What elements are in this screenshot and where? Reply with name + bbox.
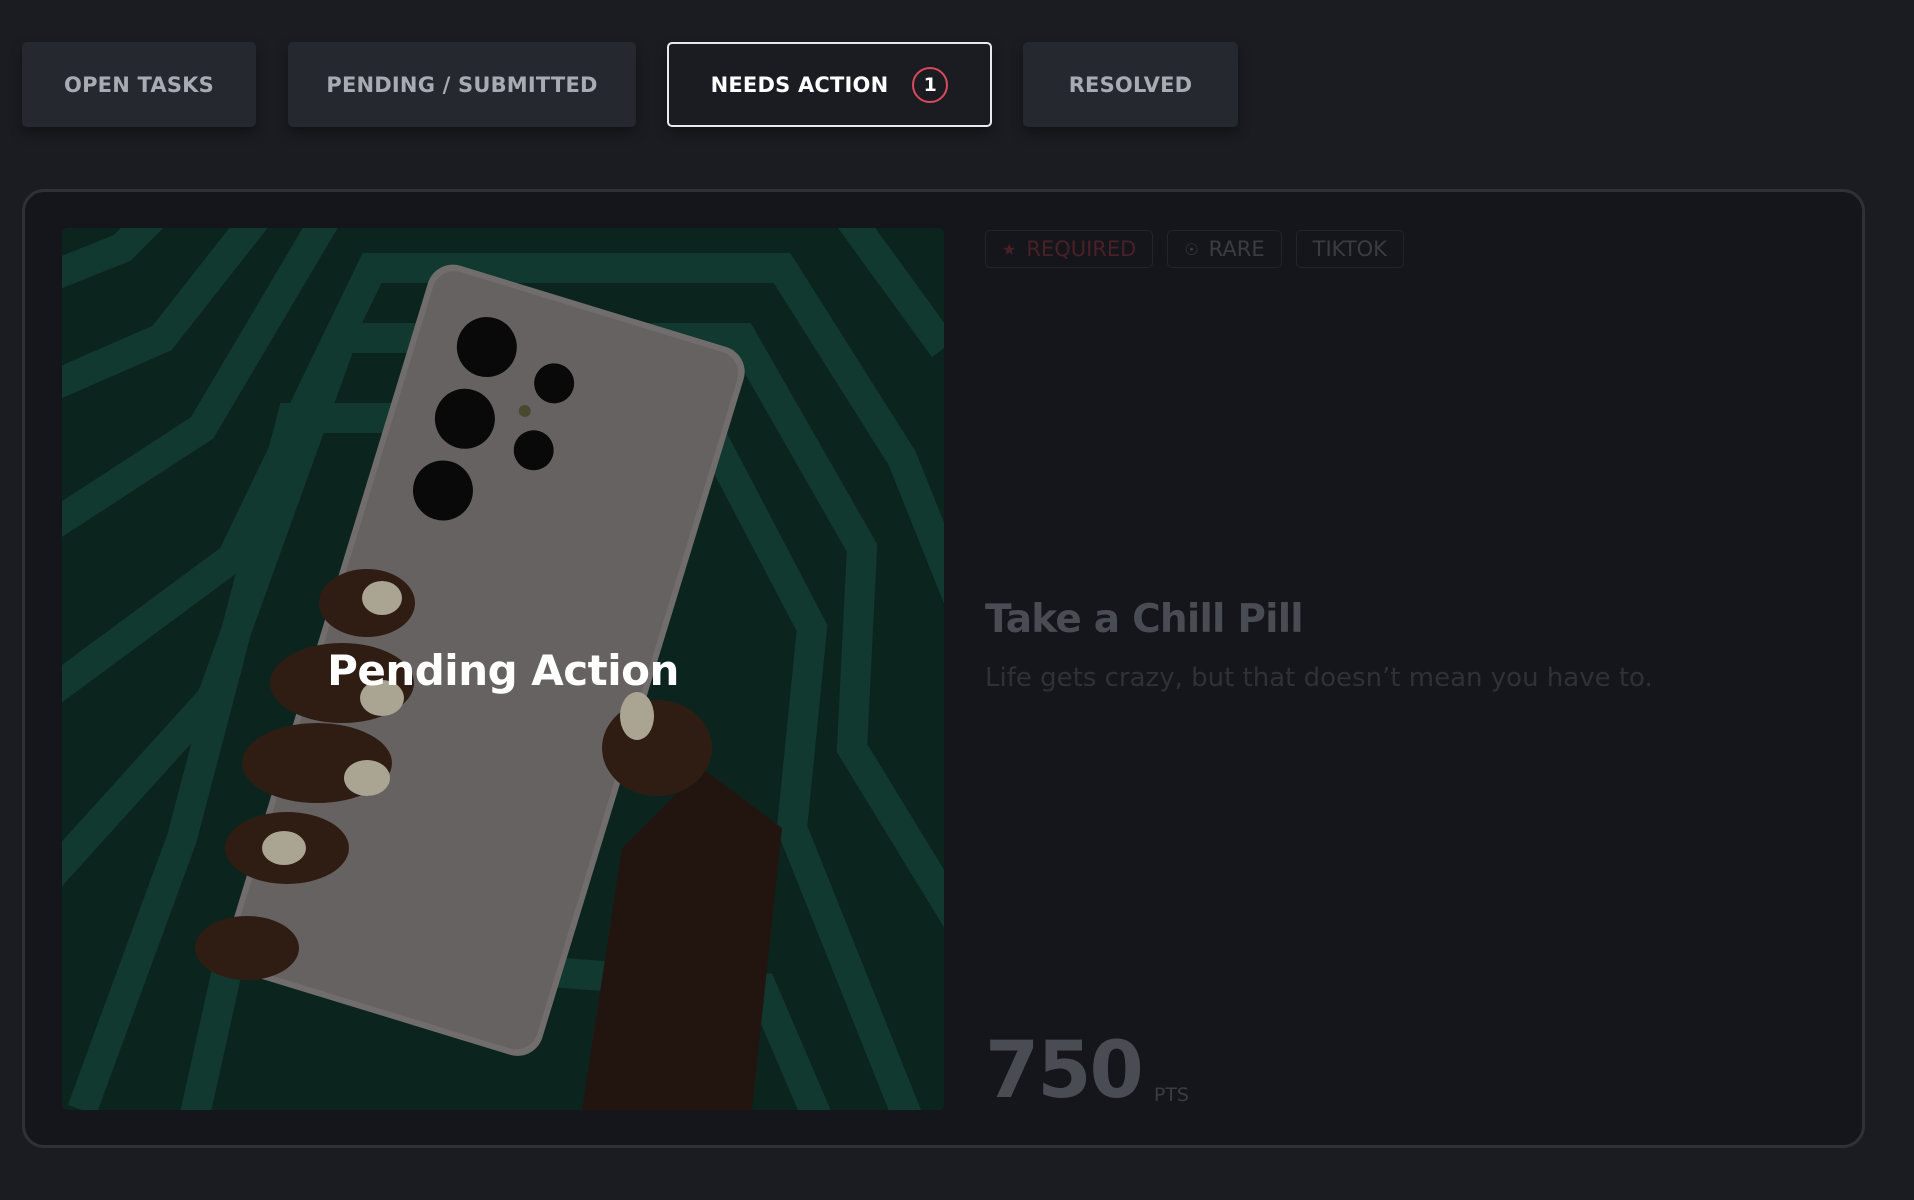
points-value: 750 bbox=[985, 1026, 1144, 1116]
count-badge: 1 bbox=[912, 66, 949, 103]
tag-required: ★ REQUIRED bbox=[985, 230, 1154, 268]
task-card[interactable]: Pending Action ★ REQUIRED ☉ RARE TIKTOK … bbox=[22, 189, 1865, 1148]
task-title: Take a Chill Pill bbox=[985, 597, 1304, 642]
tab-resolved[interactable]: RESOLVED bbox=[1023, 42, 1238, 127]
star-icon: ★ bbox=[1002, 239, 1017, 259]
task-tags: ★ REQUIRED ☉ RARE TIKTOK bbox=[985, 230, 1404, 268]
tab-needs-action[interactable]: NEEDS ACTION 1 bbox=[667, 42, 992, 127]
tab-label: NEEDS ACTION bbox=[710, 72, 889, 97]
task-image: Pending Action bbox=[62, 228, 944, 1110]
tab-pending-submitted[interactable]: PENDING / SUBMITTED bbox=[288, 42, 636, 127]
tab-label: OPEN TASKS bbox=[64, 72, 214, 97]
tag-label: REQUIRED bbox=[1026, 237, 1137, 261]
tag-tiktok: TIKTOK bbox=[1295, 230, 1404, 268]
pending-action-label: Pending Action bbox=[327, 646, 679, 695]
tab-label: RESOLVED bbox=[1068, 72, 1193, 97]
task-subtitle: Life gets crazy, but that doesn’t mean y… bbox=[985, 663, 1653, 693]
tag-rare: ☉ RARE bbox=[1167, 230, 1282, 268]
tag-label: RARE bbox=[1208, 237, 1265, 261]
tab-open-tasks[interactable]: OPEN TASKS bbox=[22, 42, 256, 127]
points-unit: PTS bbox=[1153, 1084, 1189, 1106]
medal-icon: ☉ bbox=[1184, 239, 1199, 259]
task-points: 750 PTS bbox=[985, 1032, 1189, 1110]
tab-label: PENDING / SUBMITTED bbox=[326, 72, 598, 97]
tag-label: TIKTOK bbox=[1312, 237, 1387, 261]
